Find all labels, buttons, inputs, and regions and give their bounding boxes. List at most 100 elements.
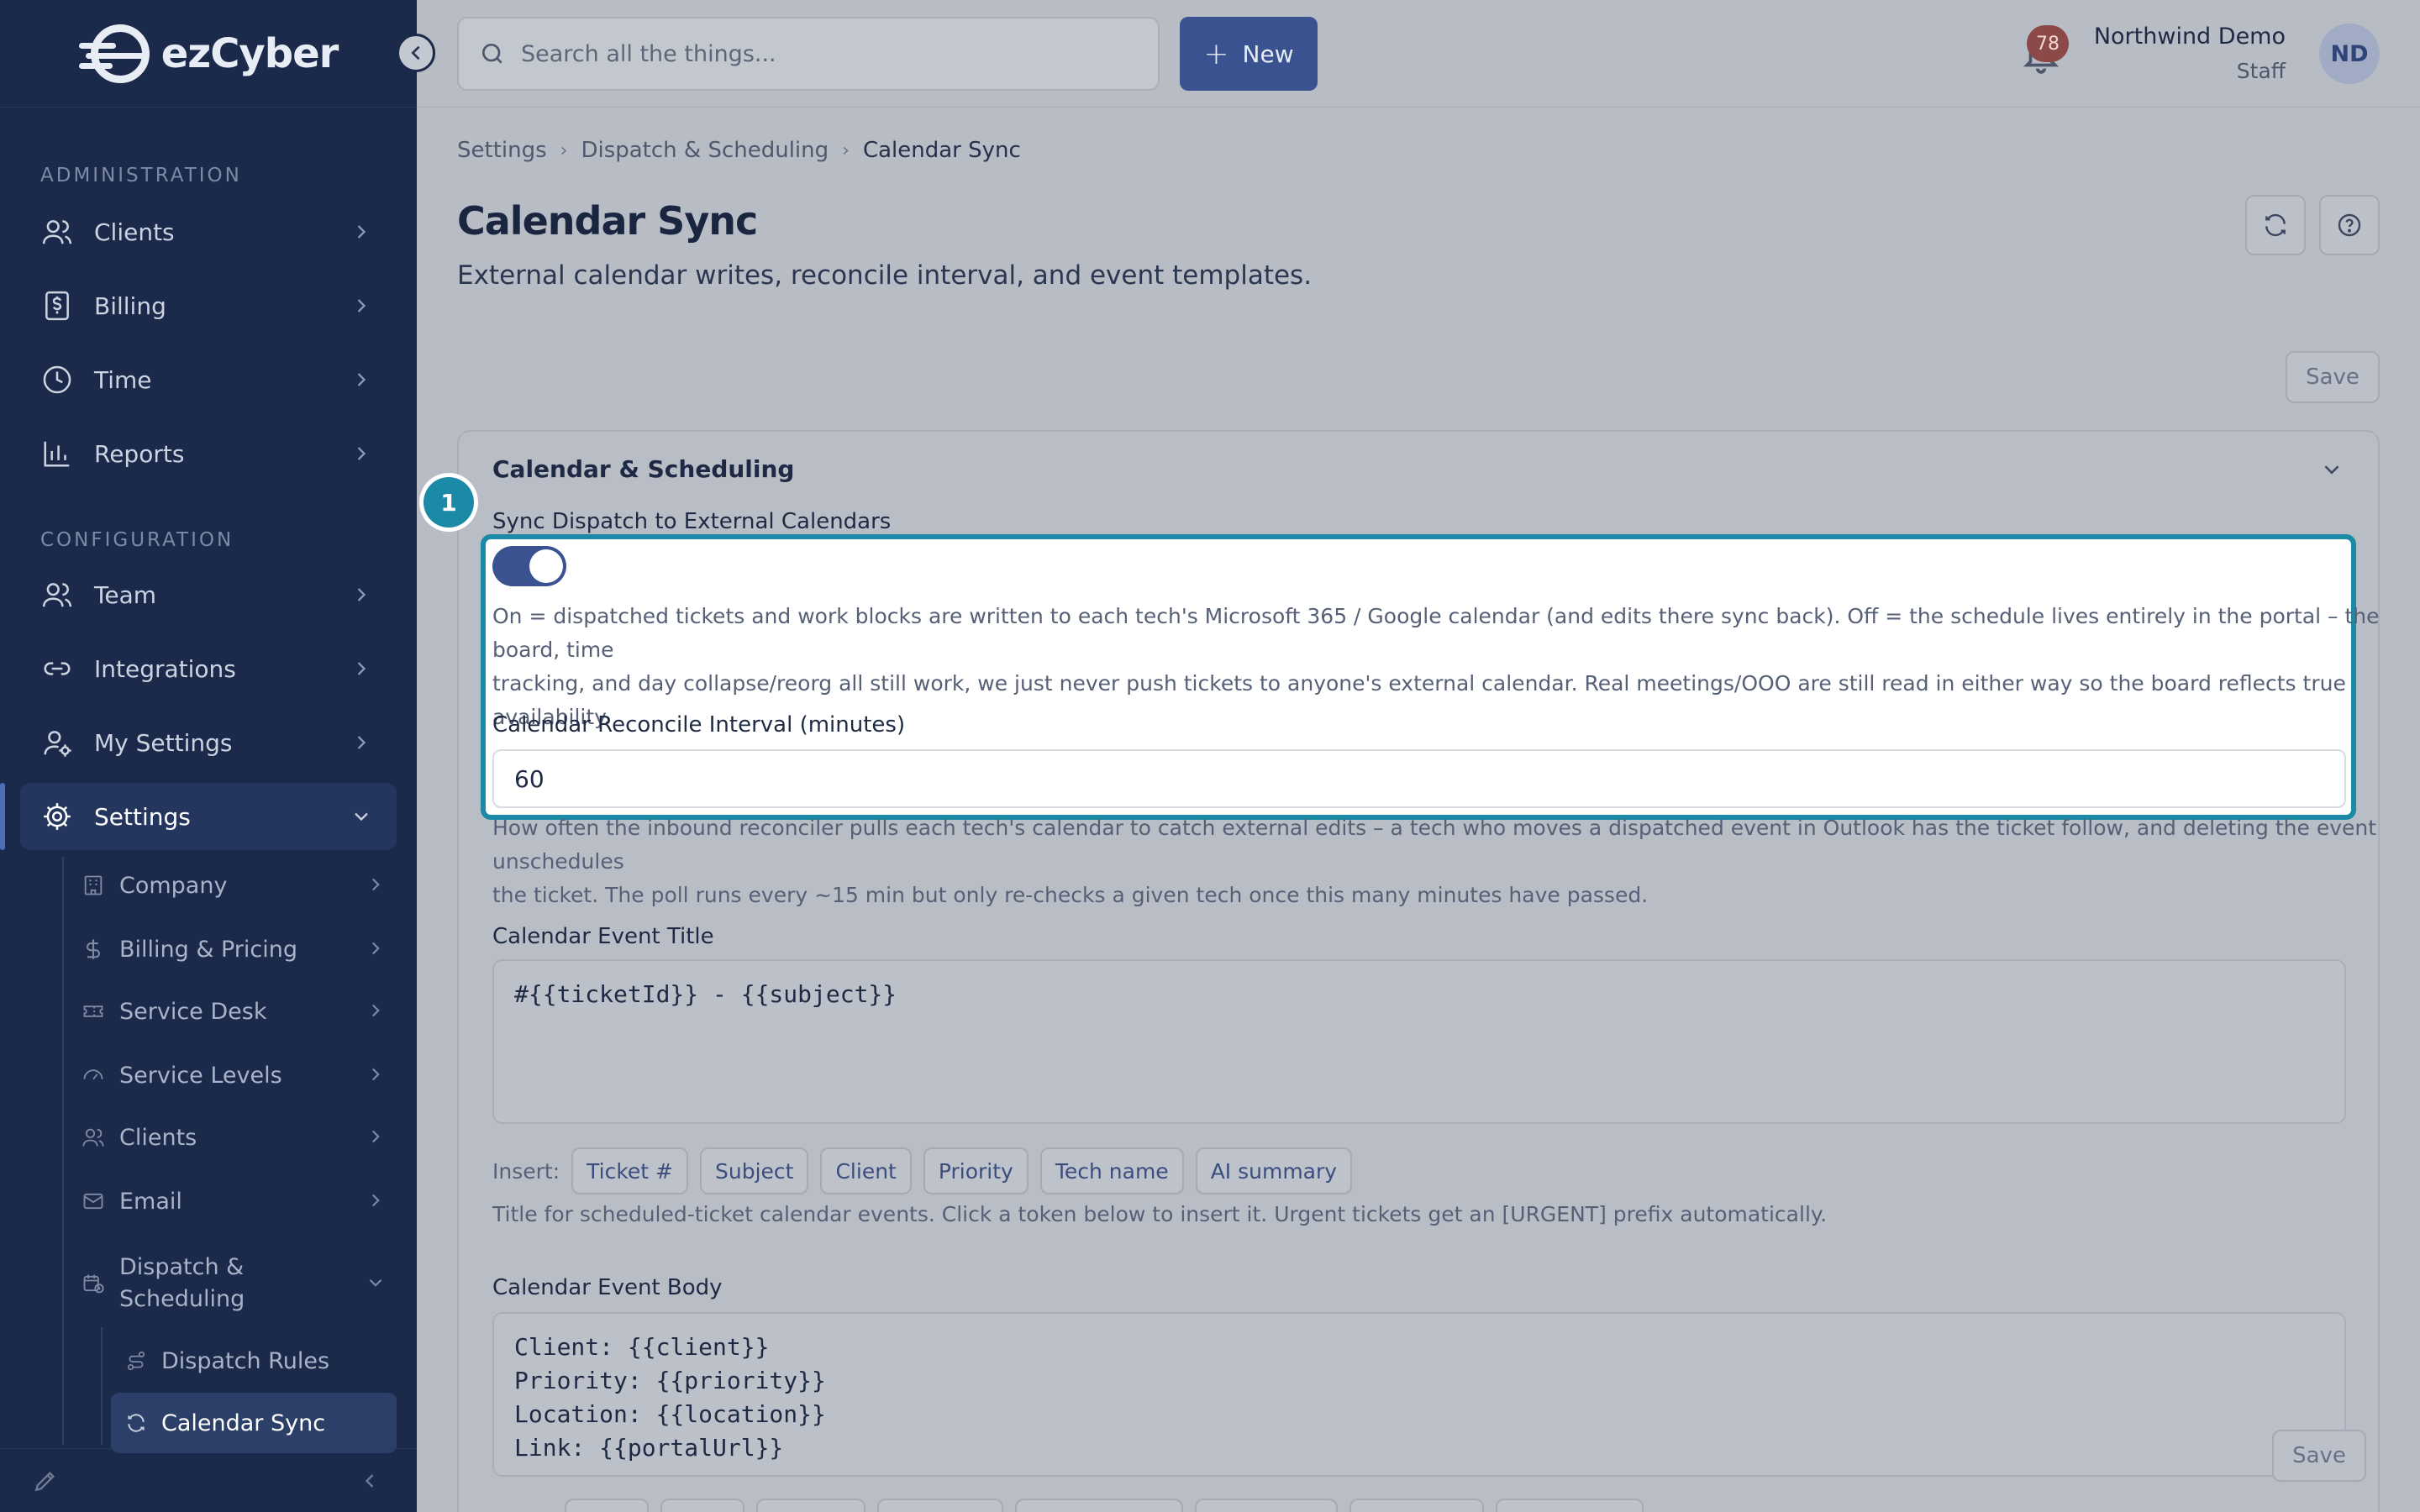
chevron-right-icon — [357, 662, 366, 675]
token-placeholder[interactable] — [1195, 1499, 1338, 1512]
section-configuration: CONFIGURATION — [40, 529, 234, 551]
sidebar-item-team[interactable]: Team — [20, 561, 397, 628]
sidebar-item-clients[interactable]: Clients — [20, 198, 397, 265]
refresh-icon — [2265, 213, 2286, 237]
help-button[interactable] — [2319, 195, 2380, 255]
sidebar-item-label: My Settings — [94, 728, 233, 757]
sidebar-item-integrations[interactable]: Integrations — [20, 635, 397, 702]
sidebar-item-time[interactable]: Time — [20, 346, 397, 413]
sidebar-item-label: Clients — [94, 218, 175, 246]
chevron-down-icon — [355, 812, 368, 822]
save-button[interactable]: Save — [2286, 351, 2380, 403]
refresh-icon — [124, 1411, 148, 1435]
notification-badge[interactable]: 78 — [2027, 25, 2069, 62]
page-title: Calendar Sync — [457, 198, 758, 244]
sidebar: ezCyber ADMINISTRATION Clients Billing T… — [0, 0, 435, 1512]
sidebar-item-reports[interactable]: Reports — [20, 420, 397, 487]
chevron-right-icon — [371, 1194, 380, 1207]
page-subtitle: External calendar writes, reconcile inte… — [457, 260, 1313, 291]
chevron-down-icon[interactable] — [2319, 457, 2344, 482]
token-placeholder[interactable] — [1015, 1499, 1183, 1512]
event-title-input[interactable] — [492, 959, 2346, 1124]
sync-label: Sync Dispatch to External Calendars — [492, 509, 892, 534]
token-ai-summary[interactable]: AI summary — [1195, 1147, 1353, 1194]
sidebar-item-label: Time — [94, 365, 152, 394]
sidebar-item-settings[interactable]: Settings — [0, 783, 397, 850]
sidebar-item-label: Team — [94, 580, 157, 609]
sidebar-item-label: Integrations — [94, 654, 236, 683]
sidebar-subitem-dispatch-rules[interactable]: Dispatch Rules — [111, 1331, 397, 1391]
sidebar-subitem-label: Calendar Sync — [161, 1410, 326, 1436]
new-button-label: New — [1242, 39, 1294, 68]
sidebar-subitem-service-levels[interactable]: Service Levels — [81, 1045, 397, 1105]
sidebar-subitem-label: Company — [119, 872, 228, 899]
sync-toggle[interactable] — [492, 546, 566, 586]
save-button-bottom[interactable]: Save — [2272, 1430, 2366, 1482]
token-placeholder[interactable] — [1496, 1499, 1644, 1512]
sidebar-subitem-email[interactable]: Email — [81, 1171, 397, 1231]
refresh-button[interactable] — [2245, 195, 2306, 255]
callout-badge: 1 — [424, 477, 474, 528]
chevron-right-icon — [371, 878, 380, 891]
calendar-clock-icon — [81, 1271, 106, 1296]
sidebar-subitem-label: Dispatch Rules — [161, 1347, 330, 1374]
sidebar-subitem-billing-pricing[interactable]: Billing & Pricing — [81, 919, 397, 979]
sidebar-subitem-company[interactable]: Company — [81, 855, 397, 916]
chevron-left-icon[interactable] — [358, 1469, 381, 1496]
token-placeholder[interactable] — [1349, 1499, 1484, 1512]
chevron-right-icon — [357, 299, 366, 312]
sidebar-footer — [0, 1448, 417, 1512]
dollar-icon — [81, 937, 106, 962]
users-icon — [40, 215, 74, 249]
sidebar-item-my-settings[interactable]: My Settings — [20, 709, 397, 776]
sidebar-item-billing[interactable]: Billing — [20, 272, 397, 339]
token-subject[interactable]: Subject — [700, 1147, 809, 1194]
chevron-right-icon: › — [842, 139, 850, 161]
route-icon — [124, 1349, 148, 1373]
avatar[interactable]: ND — [2319, 24, 2380, 84]
logo[interactable]: ezCyber — [0, 0, 435, 108]
gear-icon — [40, 800, 74, 833]
search-box[interactable] — [457, 17, 1160, 91]
token-client[interactable]: Client — [820, 1147, 912, 1194]
breadcrumb-dispatch-scheduling[interactable]: Dispatch & Scheduling — [581, 138, 829, 163]
chevron-right-icon — [357, 373, 366, 386]
plus-icon: + — [1203, 36, 1229, 71]
token-tech-name[interactable]: Tech name — [1039, 1147, 1184, 1194]
ticket-icon — [81, 999, 106, 1024]
mail-icon — [81, 1189, 106, 1214]
building-icon — [81, 873, 106, 898]
collapse-sidebar-button[interactable] — [397, 34, 435, 72]
reconcile-label: Calendar Reconcile Interval (minutes) — [492, 712, 906, 738]
token-priority[interactable]: Priority — [923, 1147, 1028, 1194]
chevron-right-icon — [371, 1068, 380, 1081]
token-placeholder[interactable] — [877, 1499, 1003, 1512]
token-row-partial — [565, 1499, 1655, 1512]
reconcile-interval-input[interactable] — [492, 749, 2346, 808]
toggle-knob — [529, 549, 563, 583]
token-placeholder[interactable] — [565, 1499, 649, 1512]
sidebar-subitem-label: Clients — [119, 1124, 197, 1151]
sidebar-subitem-label: Billing & Pricing — [119, 936, 298, 963]
chevron-right-icon — [357, 588, 366, 601]
chevron-right-icon — [357, 225, 366, 239]
bar-chart-icon — [40, 437, 74, 470]
search-icon — [482, 44, 502, 64]
sidebar-subitem-calendar-sync[interactable]: Calendar Sync — [111, 1393, 397, 1453]
token-placeholder[interactable] — [660, 1499, 744, 1512]
token-placeholder[interactable] — [756, 1499, 865, 1512]
sidebar-subitem-label: Service Desk — [119, 998, 267, 1025]
token-ticket-number[interactable]: Ticket # — [571, 1147, 688, 1194]
sidebar-subitem-service-desk[interactable]: Service Desk — [81, 981, 397, 1042]
pencil-icon[interactable] — [32, 1467, 59, 1498]
event-body-input[interactable] — [492, 1312, 2346, 1477]
sidebar-subitem-clients[interactable]: Clients — [81, 1107, 397, 1168]
sidebar-subitem-dispatch-scheduling[interactable]: Dispatch & Scheduling — [81, 1248, 397, 1319]
new-button[interactable]: + New — [1180, 17, 1318, 91]
user-gear-icon — [40, 726, 74, 759]
ezcyber-logo-icon — [78, 24, 156, 83]
breadcrumb-settings[interactable]: Settings — [457, 138, 547, 163]
search-input[interactable] — [521, 40, 1143, 67]
tree-line — [101, 1327, 103, 1445]
insert-label: Insert: — [492, 1158, 560, 1184]
